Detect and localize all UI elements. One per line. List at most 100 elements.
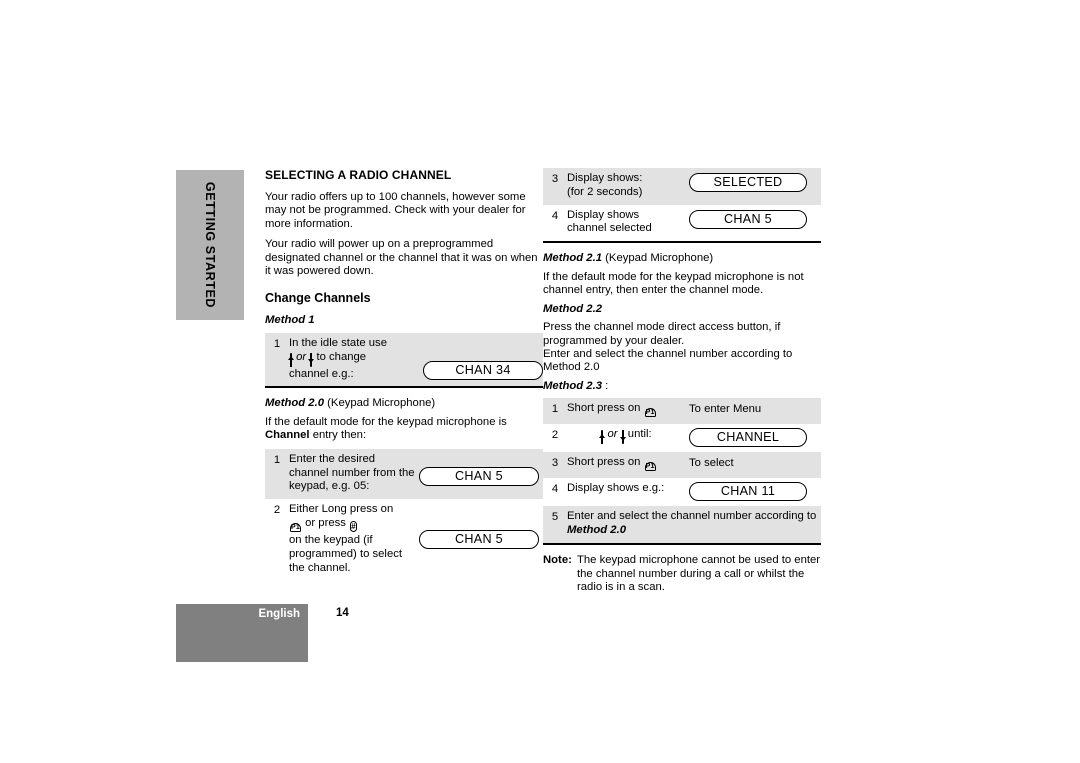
left-column: SELECTING A RADIO CHANNEL Your radio off… [265, 168, 543, 580]
or-word: or [607, 428, 618, 441]
intro-paragraph-1: Your radio offers up to 100 channels, ho… [265, 191, 526, 230]
method-1-steps: 1 In the idle state use or to change cha… [265, 333, 543, 389]
lcd-display-cell: CHAN 11 [689, 482, 807, 502]
section-rule [265, 386, 543, 389]
step-text-label: Short press on [567, 456, 641, 469]
step-line-1: In the idle state use [289, 337, 387, 350]
arrow-up-key-icon [288, 352, 294, 368]
step-text: Enter and select the channel number acco… [567, 510, 821, 538]
method-2-2-body: Press the channel mode direct access but… [543, 321, 793, 374]
step-text-b: Method 2.0 [567, 524, 626, 537]
step-text: or until: [567, 428, 689, 445]
method-2-1-heading-suffix: (Keypad Microphone) [605, 252, 714, 265]
table-row: 4 Display shows e.g.: CHAN 11 [543, 478, 821, 506]
step-line-2: (for 2 seconds) [567, 185, 643, 198]
step-result: To select [689, 457, 734, 470]
lcd-display-cell: CHAN 34 [423, 360, 543, 381]
lcd-display: CHAN 34 [423, 361, 543, 381]
method-2-3-heading-text: Method 2.3 [543, 379, 602, 392]
step-number: 1 [273, 453, 281, 466]
p1-key-icon: P1 [644, 408, 656, 418]
lcd-display: CHAN 5 [689, 209, 807, 229]
lcd-display-cell: CHAN 5 [419, 503, 539, 550]
lcd-display-cell: CHANNEL [689, 428, 807, 448]
method-1-heading-text: Method 1 [265, 314, 315, 327]
page-number: 14 [336, 607, 349, 619]
method-2-1-body: If the default mode for the keypad micro… [543, 270, 804, 297]
table-row: 2 or until: CHANNEL [543, 424, 821, 452]
lcd-display: CHAN 5 [419, 530, 539, 550]
note-body: The keypad microphone cannot be used to … [577, 554, 821, 594]
method-2-0-heading-text: Method 2.0 [265, 397, 324, 410]
section-rule [543, 241, 821, 244]
footer-language-label: English [258, 608, 300, 620]
section-title: SELECTING A RADIO CHANNEL [265, 168, 452, 182]
step-number: 5 [551, 511, 559, 524]
lcd-display: CHAN 11 [689, 482, 807, 502]
method-2-3-steps: 1 Short press on P1 To enter Menu 2 or u… [543, 398, 821, 545]
step-text: In the idle state use or to change chann… [288, 337, 423, 381]
method-2-0-steps: 1 Enter the desired channel number from … [265, 448, 543, 581]
step-line-2: channel selected [567, 222, 652, 235]
lcd-display: CHAN 5 [419, 466, 539, 486]
arrow-down-key-icon [619, 430, 626, 445]
step-number: 1 [551, 403, 559, 416]
step-number: 3 [551, 457, 559, 470]
step-text: Display shows: (for 2 seconds) [567, 172, 689, 200]
step-line-1: Display shows: [567, 172, 643, 184]
lcd-display: SELECTED [689, 173, 807, 192]
method-2-0-heading-suffix: (Keypad Microphone) [327, 397, 436, 410]
method-2-1-heading: Method 2.1 (Keypad Microphone) [543, 252, 821, 266]
table-row: 4 Display shows channel selected CHAN 5 [543, 205, 821, 242]
lcd-display: CHANNEL [689, 428, 807, 448]
lead-in-bold: Channel [265, 429, 310, 442]
p1-key-icon: P1 [644, 462, 656, 472]
method-2-2-heading-text: Method 2.2 [543, 302, 602, 315]
step-text-a: Enter and select the channel number acco… [567, 510, 817, 523]
continued-steps: 3 Display shows: (for 2 seconds) SELECTE… [543, 168, 821, 244]
step-text-b: or press [305, 517, 346, 530]
step-line-2-tail: to change [316, 350, 367, 363]
lcd-display-cell: CHAN 5 [689, 209, 807, 229]
footer-bar: English [176, 604, 308, 662]
table-row: 1 Short press on P1 To enter Menu [543, 398, 821, 425]
or-word: or [296, 350, 307, 363]
table-row: 3 Display shows: (for 2 seconds) SELECTE… [543, 168, 821, 205]
step-line-3: channel e.g.: [289, 367, 354, 380]
step-text: Short press on P1 [567, 456, 689, 473]
step-line-1: Display shows [567, 208, 640, 221]
method-2-3-heading-suffix: : [605, 379, 609, 392]
chapter-side-tab-label: GETTING STARTED [203, 181, 217, 309]
step-text-label: Short press on [567, 402, 641, 415]
step-text: Enter the desired channel number from th… [289, 452, 415, 493]
note-block: Note: The keypad microphone cannot be us… [543, 554, 821, 595]
step-text: Display shows e.g.: [567, 482, 665, 495]
method-2-2-heading: Method 2.2 [543, 303, 821, 317]
lead-in-part-2: entry then: [309, 429, 367, 442]
table-row: 1 In the idle state use or to change cha… [265, 333, 543, 387]
step-number: 4 [551, 209, 559, 222]
arrow-up-key-icon [599, 430, 606, 445]
note-label: Note: [543, 554, 572, 566]
section-rule [543, 543, 821, 545]
method-2-3-heading: Method 2.3 : [543, 380, 821, 394]
method-1-heading: Method 1 [265, 314, 543, 328]
step-number: 2 [551, 429, 559, 442]
method-2-1-heading-text: Method 2.1 [543, 252, 602, 265]
table-row: 5 Enter and select the channel number ac… [543, 506, 821, 543]
hash-key-icon: # [350, 521, 357, 533]
step-result: To enter Menu [689, 403, 762, 416]
step-text: Display shows channel selected [567, 209, 689, 237]
document-page: GETTING STARTED SELECTING A RADIO CHANNE… [0, 0, 1080, 763]
p1-key-icon: P1 [290, 523, 301, 533]
lcd-display-cell: CHAN 5 [419, 453, 539, 486]
step-number: 4 [551, 483, 559, 496]
lcd-display-cell: SELECTED [689, 172, 807, 192]
chapter-side-tab: GETTING STARTED [176, 170, 244, 320]
table-row: 2 Either Long press on P1 or press # on … [265, 499, 543, 580]
step-text-a: Either Long press on [289, 503, 394, 516]
table-row: 1 Enter the desired channel number from … [265, 448, 543, 500]
step-text: Short press on P1 [567, 402, 689, 419]
step-text: Either Long press on P1 or press # on th… [289, 503, 419, 575]
step-number: 1 [273, 338, 281, 351]
